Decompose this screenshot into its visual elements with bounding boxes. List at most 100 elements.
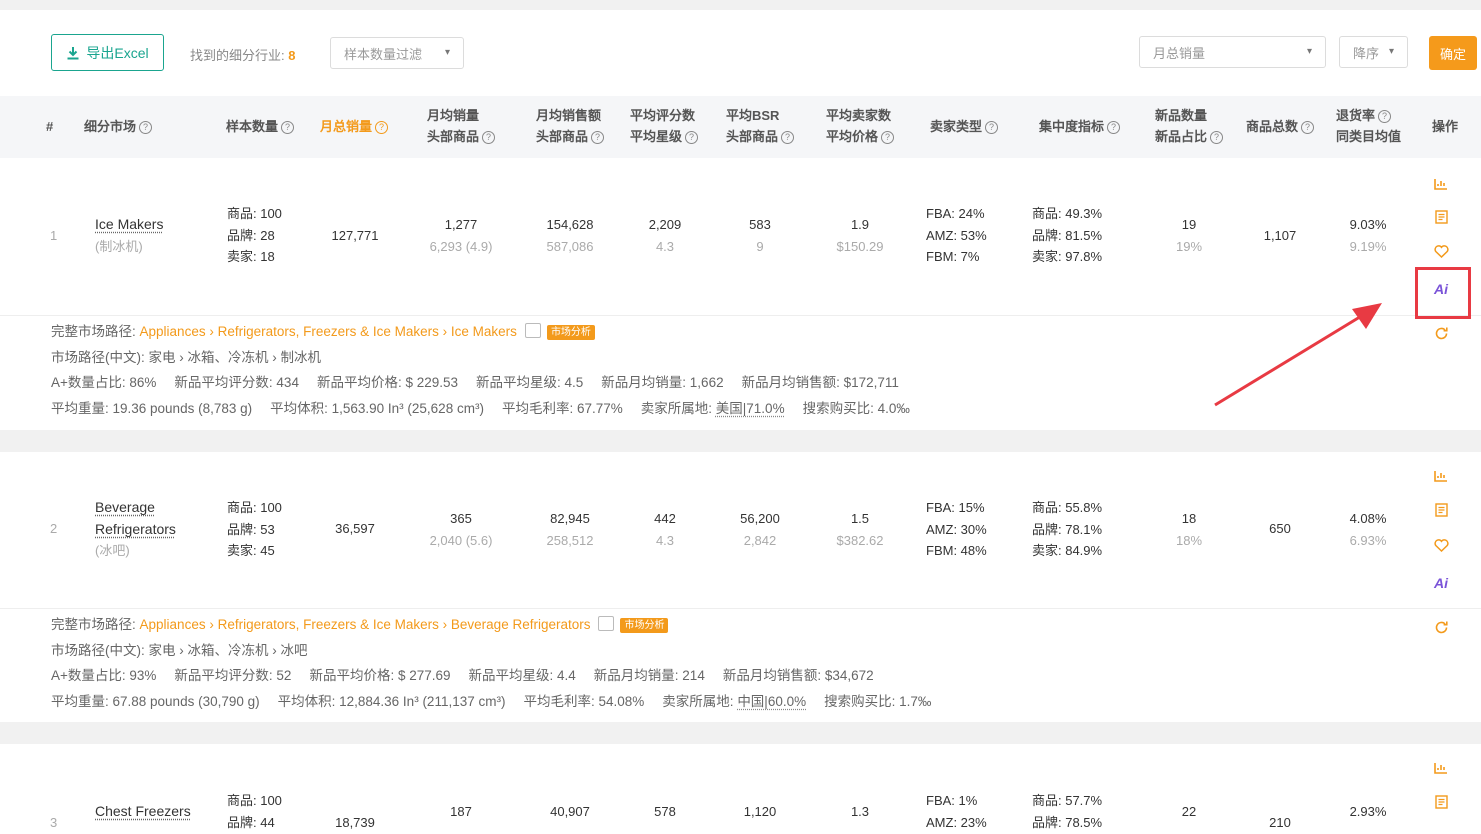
found-count: 8 xyxy=(288,48,296,63)
row-index: 3 xyxy=(50,815,58,830)
row-separator xyxy=(0,430,1481,452)
document-icon[interactable] xyxy=(1430,206,1452,228)
avg-sales: 187 xyxy=(450,804,472,819)
physical-stats: 平均重量: 67.88 pounds (30,790 g) 平均体积: 12,88… xyxy=(51,693,932,709)
heart-icon[interactable] xyxy=(1430,534,1452,556)
avg-sellers: 1.9 $150.29 xyxy=(836,217,884,254)
monthly-sales: 36,597 xyxy=(335,521,375,536)
confirm-button[interactable]: 确定 xyxy=(1429,36,1477,70)
document-icon[interactable] xyxy=(1430,791,1452,813)
help-icon[interactable]: ? xyxy=(685,131,699,144)
help-icon[interactable]: ? xyxy=(375,121,389,134)
col-sample: 样本数量? xyxy=(226,116,295,137)
avg-revenue: 154,628 587,086 xyxy=(546,217,594,254)
avg-bsr: 1,120 xyxy=(743,804,777,819)
help-icon[interactable]: ? xyxy=(1378,110,1392,123)
avg-reviews: 2,209 4.3 xyxy=(648,217,682,254)
annotation-arrow xyxy=(1214,303,1382,407)
total-products: 650 xyxy=(1269,521,1291,536)
highlight-box xyxy=(1415,267,1471,319)
download-icon xyxy=(67,46,79,59)
avg-sellers: 1.3 xyxy=(850,804,870,819)
table-row: 2 Beverage Refrigerators (冰吧) 商品: 100 品牌: 5… xyxy=(0,452,1481,722)
sample-counts: 商品: 100 品牌: 44 xyxy=(227,793,282,830)
refresh-icon[interactable] xyxy=(1430,616,1452,638)
chart-icon[interactable] xyxy=(1430,465,1452,487)
chart-icon[interactable] xyxy=(1430,173,1452,195)
seller-type: FBA: 24% AMZ: 53% FBM: 7% xyxy=(926,206,987,264)
document-icon[interactable] xyxy=(1430,499,1452,521)
sort-order-value: 降序 xyxy=(1353,45,1380,61)
concentration: 商品: 55.8% 品牌: 78.1% 卖家: 84.9% xyxy=(1032,500,1103,558)
avg-sales: 365 2,040 (5.6) xyxy=(429,511,493,548)
market-analysis-tag[interactable]: 市场分析 xyxy=(546,325,595,340)
row-detail: 完整市场路径: Appliances › Refrigerators, Free… xyxy=(51,612,931,714)
col-avg-sellers: 平均卖家数 平均价格? xyxy=(826,105,895,147)
help-icon[interactable]: ? xyxy=(482,131,496,144)
full-market-path: 完整市场路径: Appliances › Refrigerators, Free… xyxy=(51,612,931,638)
table-row: 3 Chest Freezers 商品: 100 品牌: 44 18,739 18… xyxy=(0,744,1481,834)
seller-type: FBA: 1% AMZ: 23% xyxy=(926,793,987,830)
sample-counts: 商品: 100 品牌: 28 卖家: 18 xyxy=(227,206,282,264)
row-index: 1 xyxy=(50,228,58,243)
help-icon[interactable]: ? xyxy=(281,121,295,134)
share-icon[interactable] xyxy=(598,616,615,631)
new-products: 22 xyxy=(1181,804,1197,819)
avg-sellers: 1.5 $382.62 xyxy=(836,511,884,548)
sort-field-select[interactable]: 月总销量 ▾ xyxy=(1139,36,1326,68)
sort-field-value: 月总销量 xyxy=(1153,45,1206,61)
concentration: 商品: 57.7% 品牌: 78.5% xyxy=(1032,793,1103,830)
ai-icon[interactable]: Ai xyxy=(1430,572,1452,594)
col-index: # xyxy=(46,119,54,134)
total-products: 1,107 xyxy=(1263,228,1297,243)
share-icon[interactable] xyxy=(524,323,541,338)
col-monthly-sales[interactable]: 月总销量? xyxy=(320,116,389,137)
return-rate: 2.93% xyxy=(1349,804,1387,819)
help-icon[interactable]: ? xyxy=(139,121,153,134)
new-products: 18 18% xyxy=(1175,511,1203,548)
export-excel-button[interactable]: 导出Excel xyxy=(51,34,164,71)
col-return-rate: 退货率? 同类目均值 xyxy=(1336,108,1402,144)
found-industries: 找到的细分行业: 8 xyxy=(190,45,295,64)
help-icon[interactable]: ? xyxy=(985,121,999,134)
toolbar: 导出Excel 找到的细分行业: 8 样本数量过滤 ▾ 月总销量 ▾ 降序 ▾ … xyxy=(0,10,1481,96)
col-market: 细分市场? xyxy=(84,116,153,137)
new-product-stats: A+数量占比: 86% 新品平均评分数: 434 新品平均价格: $ 229.53 新… xyxy=(51,375,899,390)
col-avg-revenue: 月均销售额 头部商品? xyxy=(536,105,605,147)
sample-counts: 商品: 100 品牌: 53 卖家: 45 xyxy=(227,500,282,558)
help-icon[interactable]: ? xyxy=(1107,121,1121,134)
help-icon[interactable]: ? xyxy=(591,131,605,144)
full-market-path: 完整市场路径: Appliances › Refrigerators, Free… xyxy=(51,319,910,345)
row-index: 2 xyxy=(50,521,58,536)
concentration: 商品: 49.3% 品牌: 81.5% 卖家: 97.8% xyxy=(1032,206,1103,264)
help-icon[interactable]: ? xyxy=(1210,131,1224,144)
market-analysis-tag[interactable]: 市场分析 xyxy=(620,618,669,633)
col-seller-type: 卖家类型? xyxy=(930,116,999,137)
seller-type: FBA: 15% AMZ: 30% FBM: 48% xyxy=(926,500,987,558)
help-icon[interactable]: ? xyxy=(781,131,795,144)
chevron-down-icon: ▾ xyxy=(1307,46,1313,57)
market-name[interactable]: Chest Freezers xyxy=(95,801,191,823)
sort-order-select[interactable]: 降序 ▾ xyxy=(1339,36,1408,68)
help-icon[interactable]: ? xyxy=(881,131,895,144)
sample-filter-select[interactable]: 样本数量过滤 ▾ xyxy=(330,37,464,69)
monthly-sales: 18,739 xyxy=(335,815,375,830)
market-path-cn: 市场路径(中文): 家电 › 冰箱、冷冻机 › 冰吧 xyxy=(51,642,308,658)
col-avg-bsr: 平均BSR 头部商品? xyxy=(726,105,795,147)
market-name[interactable]: Ice Makers (制冰机) xyxy=(95,214,163,257)
chart-icon[interactable] xyxy=(1430,757,1452,779)
avg-revenue: 40,907 xyxy=(550,804,590,819)
refresh-icon[interactable] xyxy=(1430,322,1452,344)
chevron-down-icon: ▾ xyxy=(445,47,451,58)
heart-icon[interactable] xyxy=(1430,240,1452,262)
col-actions: 操作 xyxy=(1432,119,1459,134)
found-label: 找到的细分行业: xyxy=(190,48,285,63)
return-rate: 9.03% 9.19% xyxy=(1349,217,1387,254)
return-rate: 4.08% 6.93% xyxy=(1349,511,1387,548)
market-name[interactable]: Beverage Refrigerators (冰吧) xyxy=(95,497,176,562)
avg-sales: 1,277 6,293 (4.9) xyxy=(429,217,493,254)
avg-bsr: 583 9 xyxy=(749,217,771,254)
help-icon[interactable]: ? xyxy=(1301,121,1315,134)
avg-reviews: 442 4.3 xyxy=(654,511,676,548)
col-total: 商品总数? xyxy=(1246,116,1315,137)
